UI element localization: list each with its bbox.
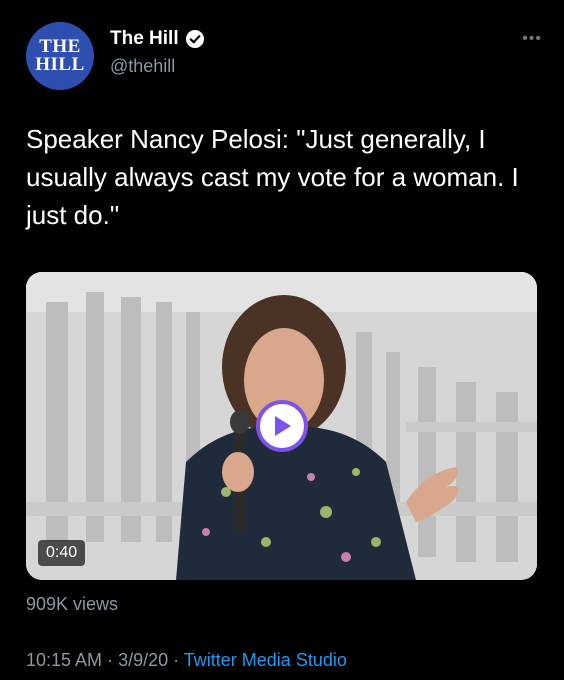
tweet-source-link[interactable]: Twitter Media Studio [184, 650, 347, 670]
meta-separator-2: · [168, 650, 184, 670]
view-count: 909K views [26, 594, 119, 614]
author-info: The Hill @thehill [110, 28, 205, 77]
name-row: The Hill [110, 28, 205, 50]
tweet-time[interactable]: 10:15 AM [26, 650, 102, 670]
handle[interactable]: @thehill [110, 56, 205, 77]
play-button[interactable] [256, 400, 308, 452]
avatar[interactable]: THE HILL [26, 22, 94, 90]
video-duration: 0:40 [38, 540, 86, 566]
play-icon [275, 416, 291, 436]
display-name[interactable]: The Hill [110, 28, 179, 50]
tweet-date[interactable]: 3/9/20 [118, 650, 168, 670]
meta-separator: · [102, 650, 119, 670]
tweet: THE HILL The Hill @thehill ••• Speaker N… [0, 0, 564, 680]
more-options-icon[interactable]: ••• [522, 30, 542, 48]
tweet-text: Speaker Nancy Pelosi: "Just generally, I… [26, 124, 519, 230]
avatar-text-bottom: HILL [35, 54, 85, 75]
verified-badge-icon [185, 29, 205, 49]
tweet-meta: 10:15 AM · 3/9/20 · Twitter Media Studio [26, 650, 347, 671]
